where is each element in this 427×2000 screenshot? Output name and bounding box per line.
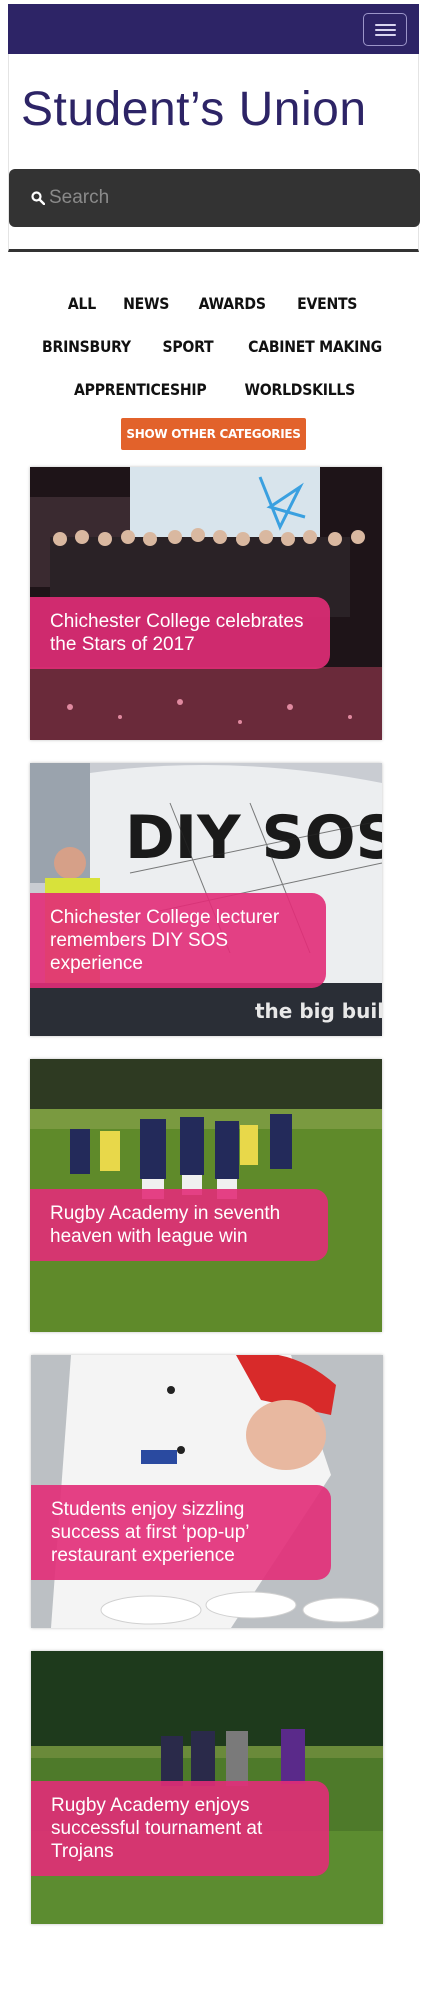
search-icon <box>31 191 45 205</box>
category-link-all[interactable]: ALL <box>68 294 96 313</box>
article-card[interactable]: Rugby Academy enjoys successful tourname… <box>31 1651 383 1924</box>
search-bar <box>9 169 420 227</box>
article-card[interactable]: Students enjoy sizzling success at first… <box>31 1355 383 1628</box>
site-title: Student’s Union <box>21 83 367 136</box>
article-title: Chichester College celebrates the Stars … <box>30 597 330 669</box>
category-link-brinsbury[interactable]: BRINSBURY <box>42 337 131 356</box>
article-title: Students enjoy sizzling success at first… <box>31 1485 331 1580</box>
article-title: Rugby Academy in seventh heaven with lea… <box>30 1189 328 1261</box>
category-link-sport[interactable]: SPORT <box>162 337 213 356</box>
top-navbar <box>8 4 419 54</box>
category-link-awards[interactable]: AWARDS <box>199 294 266 313</box>
category-link-worldskills[interactable]: WORLDSKILLS <box>244 380 355 399</box>
category-link-news[interactable]: NEWS <box>123 294 169 313</box>
category-link-events[interactable]: EVENTS <box>297 294 357 313</box>
category-link-apprenticeship[interactable]: APPRENTICESHIP <box>74 380 207 399</box>
article-title: Rugby Academy enjoys successful tourname… <box>31 1781 329 1876</box>
category-row: BRINSBURY SPORT CABINET MAKING <box>0 325 427 368</box>
article-title: Chichester College lecturer remembers DI… <box>30 893 326 988</box>
hamburger-icon <box>375 24 396 26</box>
header-panel: Student’s Union <box>8 54 420 252</box>
svg-text:the big build: the big build <box>255 999 382 1023</box>
svg-text:DIY SOS: DIY SOS <box>125 803 382 873</box>
search-input[interactable] <box>49 169 409 227</box>
article-card[interactable]: Rugby Academy in seventh heaven with lea… <box>30 1059 382 1332</box>
show-other-categories-button[interactable]: SHOW OTHER CATEGORIES <box>121 418 306 450</box>
category-link-cabinet-making[interactable]: CABINET MAKING <box>248 337 382 356</box>
category-filter: ALL NEWS AWARDS EVENTS BRINSBURY SPORT C… <box>0 282 427 411</box>
category-row: ALL NEWS AWARDS EVENTS <box>0 282 427 325</box>
hamburger-menu-button[interactable] <box>363 13 407 46</box>
article-card[interactable]: Chichester College celebrates the Stars … <box>30 467 382 740</box>
article-card[interactable]: DIY SOS the big build Chichester College… <box>30 763 382 1036</box>
category-row: APPRENTICESHIP WORLDSKILLS <box>0 368 427 411</box>
